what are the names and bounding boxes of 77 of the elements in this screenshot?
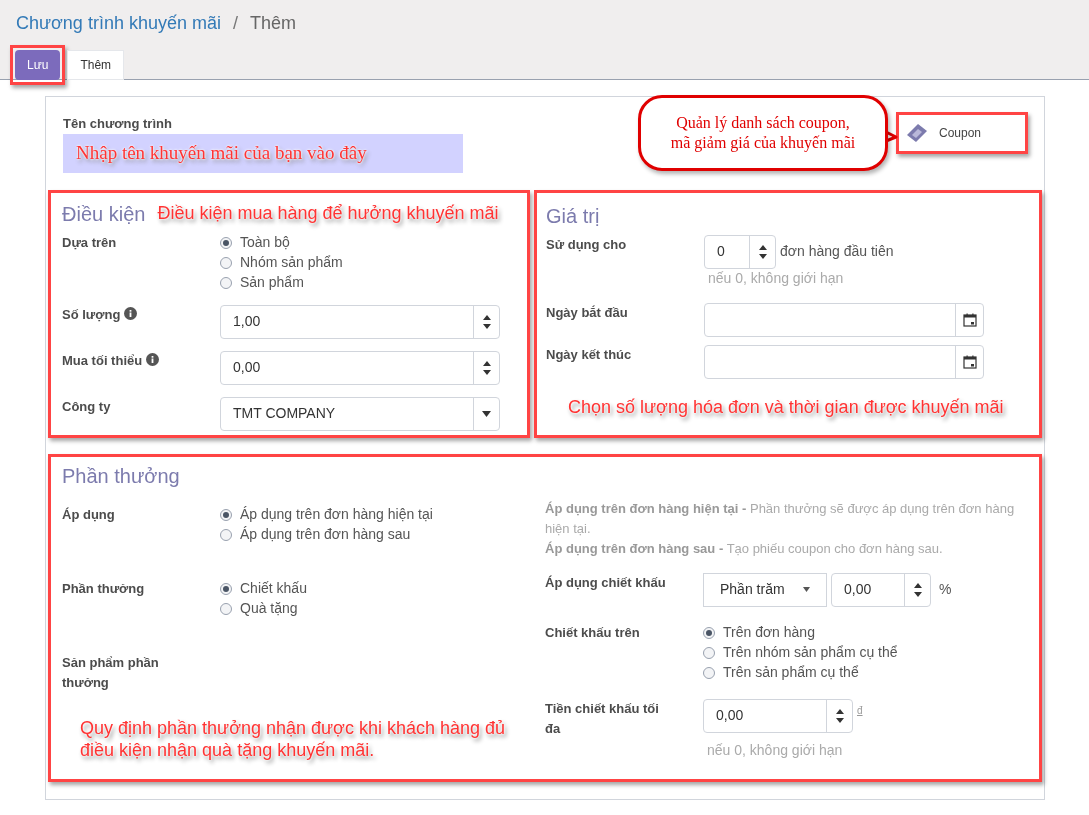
radio-button[interactable]: [220, 276, 232, 289]
annotation-text: Điều kiện mua hàng để hưởng khuyến mãi: [157, 202, 499, 225]
radio-label: Trên nhóm sản phẩm cụ thể: [723, 643, 898, 662]
field-label: Chiết khấu trên: [545, 623, 640, 642]
annotation-text: Quy định phần thưởng nhận được khi khách hàng đủ điều kiện nhận quà tặng khuyến mãi.: [80, 716, 506, 761]
radio-button[interactable]: [220, 602, 232, 615]
field-value: TMT COMPANY: [232, 404, 337, 423]
field-label: Số lượng: [62, 305, 121, 324]
select-field[interactable]: Phần trăm: [703, 572, 827, 607]
unit-label: %: [939, 580, 952, 599]
breadcrumb-current: Thêm: [249, 12, 296, 35]
number-field[interactable]: 0,00: [220, 350, 500, 385]
secondary-button[interactable]: Thêm: [67, 50, 125, 80]
number-field[interactable]: 0,00: [831, 572, 931, 607]
field-value: 0,00: [843, 580, 873, 599]
breadcrumb-link[interactable]: Chương trình khuyến mãi: [16, 10, 221, 37]
number-field[interactable]: 0,00: [703, 698, 853, 733]
radio-button[interactable]: [220, 236, 232, 249]
ticket-icon: [907, 124, 927, 142]
info-icon: [124, 306, 138, 320]
help-text: Áp dụng trên đơn hàng hiện tại - Phần thưởng sẽ được áp dụng trên đơn hàng hiện tại.: [545, 499, 1016, 538]
field-value: Phần trăm: [720, 580, 785, 599]
calendar-icon[interactable]: [962, 312, 977, 327]
info-icon: [146, 352, 160, 366]
field-label: Phần thưởng: [62, 579, 145, 598]
radio-button[interactable]: [220, 528, 232, 541]
field-hint: nếu 0, không giới hạn: [707, 740, 843, 760]
field-label: Sử dụng cho: [546, 235, 627, 254]
field-label: Mua tối thiểu: [62, 351, 143, 370]
save-button[interactable]: Lưu: [15, 50, 61, 80]
field-label: Ngày kết thúc: [546, 345, 632, 364]
date-field[interactable]: [704, 302, 984, 337]
number-field[interactable]: 1,00: [220, 304, 500, 339]
field-label: Tên chương trình: [63, 115, 173, 133]
radio-button[interactable]: [703, 666, 715, 679]
radio-label: Áp dụng trên đơn hàng sau: [240, 525, 411, 544]
field-label: Công ty: [62, 397, 111, 416]
section-title: Phần thưởng: [62, 463, 181, 489]
calendar-icon[interactable]: [962, 354, 977, 369]
radio-button[interactable]: [220, 256, 232, 269]
date-field[interactable]: [704, 344, 984, 379]
radio-button[interactable]: [703, 646, 715, 659]
radio-label: Áp dụng trên đơn hàng hiện tại: [240, 505, 433, 524]
annotation-text: Nhập tên khuyến mãi của bạn vào đây: [76, 140, 367, 165]
field-hint: nếu 0, không giới hạn: [708, 268, 844, 288]
field-value: 0: [716, 242, 726, 261]
field-label: Áp dụng: [62, 505, 115, 524]
radio-label: Trên đơn hàng: [723, 623, 815, 642]
radio-button[interactable]: [220, 508, 232, 521]
field-label: Ngày bắt đầu: [546, 303, 628, 322]
radio-label: Toàn bộ: [240, 233, 290, 252]
radio-label: Nhóm sản phẩm: [240, 253, 343, 272]
radio-button[interactable]: [703, 626, 715, 639]
section-title: Điều kiện: [62, 201, 146, 227]
radio-button[interactable]: [220, 582, 232, 595]
caret-icon: [482, 410, 491, 417]
field-suffix: đơn hàng đầu tiên: [780, 242, 894, 261]
field-label: Sản phẩm phần thưởng: [62, 653, 160, 692]
radio-label: Trên sản phẩm cụ thể: [723, 663, 859, 682]
annotation-text: Chọn số lượng hóa đơn và thời gian được khuyến mãi: [568, 395, 1005, 419]
field-value: 1,00: [232, 312, 262, 331]
field-label: Tiền chiết khấu tối đa: [545, 699, 660, 738]
radio-label: Quà tặng: [240, 599, 298, 618]
currency-label: đ: [857, 703, 863, 718]
radio-label: Chiết khấu: [240, 579, 307, 598]
select-field[interactable]: TMT COMPANY: [220, 396, 500, 431]
field-label: Áp dụng chiết khấu: [545, 573, 666, 592]
field-value: 0,00: [232, 358, 262, 377]
number-field[interactable]: 0: [704, 234, 776, 269]
section-title: Giá trị: [546, 203, 601, 229]
radio-label: Sản phẩm: [240, 273, 304, 292]
callout-text: Quản lý danh sách coupon, mã giảm giá của khuyến mãi: [670, 113, 856, 153]
breadcrumb-separator: /: [232, 12, 238, 35]
help-text: Áp dụng trên đơn hàng sau - Tạo phiếu coupon cho đơn hàng sau.: [545, 539, 944, 558]
caret-icon: [803, 587, 810, 592]
field-value: 0,00: [715, 706, 745, 725]
field-label: Dựa trên: [62, 233, 117, 252]
